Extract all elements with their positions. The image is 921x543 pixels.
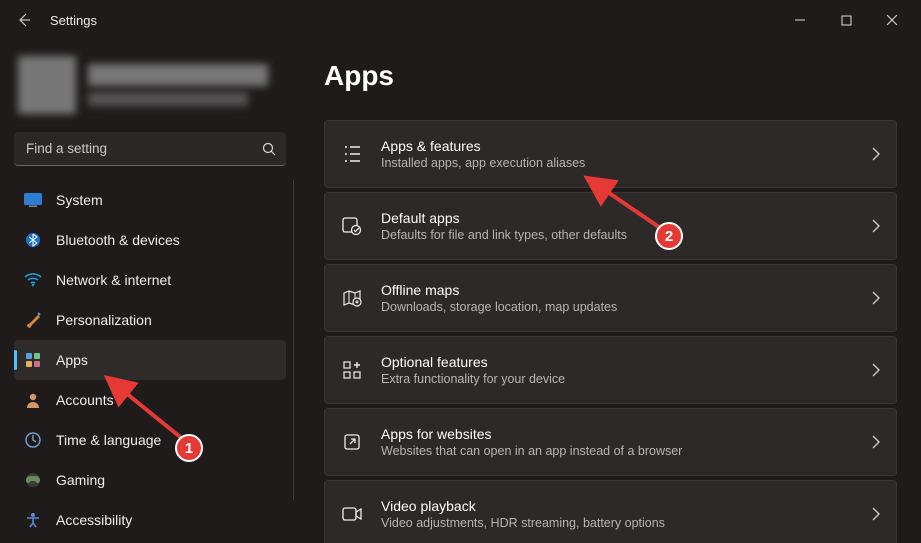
maximize-icon [841,15,852,26]
list-icon [341,143,363,165]
search-icon [262,142,276,156]
sidebar: System Bluetooth & devices Network & int… [0,40,300,543]
clock-globe-icon [24,431,42,449]
card-default-apps[interactable]: Default apps Defaults for file and link … [324,192,897,260]
card-title: Optional features [381,354,854,370]
gamepad-icon [24,471,42,489]
default-apps-icon [341,215,363,237]
map-icon [341,287,363,309]
titlebar: Settings [0,0,921,40]
window-controls [777,4,915,36]
wifi-icon [24,271,42,289]
sidebar-item-label: Network & internet [56,272,171,288]
sidebar-item-label: System [56,192,103,208]
sidebar-item-label: Bluetooth & devices [56,232,180,248]
close-icon [886,14,898,26]
maximize-button[interactable] [823,4,869,36]
sidebar-item-gaming[interactable]: Gaming [14,460,286,500]
accessibility-icon [24,511,42,529]
bluetooth-icon [24,231,42,249]
card-subtitle: Downloads, storage location, map updates [381,300,854,314]
chevron-right-icon [872,435,880,449]
sidebar-item-time-language[interactable]: Time & language [14,420,286,460]
open-external-icon [341,431,363,453]
card-apps-features[interactable]: Apps & features Installed apps, app exec… [324,120,897,188]
chevron-right-icon [872,363,880,377]
sidebar-item-personalization[interactable]: Personalization [14,300,286,340]
sidebar-item-system[interactable]: System [14,180,286,220]
sidebar-item-label: Time & language [56,432,161,448]
grid-plus-icon [341,359,363,381]
sidebar-item-network[interactable]: Network & internet [14,260,286,300]
sidebar-item-accounts[interactable]: Accounts [14,380,286,420]
card-title: Apps for websites [381,426,854,442]
back-arrow-icon [16,12,32,28]
chevron-right-icon [872,507,880,521]
card-apps-for-websites[interactable]: Apps for websites Websites that can open… [324,408,897,476]
search-box[interactable] [14,132,286,166]
chevron-right-icon [872,291,880,305]
card-title: Apps & features [381,138,854,154]
minimize-button[interactable] [777,4,823,36]
search-input[interactable] [14,132,286,166]
card-optional-features[interactable]: Optional features Extra functionality fo… [324,336,897,404]
card-title: Offline maps [381,282,854,298]
card-subtitle: Extra functionality for your device [381,372,854,386]
settings-card-list: Apps & features Installed apps, app exec… [324,120,897,543]
content-area: Apps Apps & features Installed apps, app… [300,40,921,543]
paintbrush-icon [24,311,42,329]
card-offline-maps[interactable]: Offline maps Downloads, storage location… [324,264,897,332]
video-icon [341,503,363,525]
avatar [18,56,76,114]
card-subtitle: Defaults for file and link types, other … [381,228,854,242]
chevron-right-icon [872,147,880,161]
apps-icon [24,351,42,369]
sidebar-nav: System Bluetooth & devices Network & int… [14,180,286,540]
sidebar-item-apps[interactable]: Apps [14,340,286,380]
card-title: Default apps [381,210,854,226]
card-subtitle: Video adjustments, HDR streaming, batter… [381,516,854,530]
card-subtitle: Installed apps, app execution aliases [381,156,854,170]
sidebar-item-label: Gaming [56,472,105,488]
user-name-redacted [88,56,282,114]
sidebar-item-label: Personalization [56,312,152,328]
user-account-block[interactable] [14,50,286,128]
minimize-icon [794,14,806,26]
sidebar-item-label: Accessibility [56,512,132,528]
sidebar-item-label: Apps [56,352,88,368]
chevron-right-icon [872,219,880,233]
card-title: Video playback [381,498,854,514]
card-subtitle: Websites that can open in an app instead… [381,444,854,458]
card-video-playback[interactable]: Video playback Video adjustments, HDR st… [324,480,897,543]
sidebar-item-accessibility[interactable]: Accessibility [14,500,286,540]
system-icon [24,191,42,209]
close-button[interactable] [869,4,915,36]
window-title: Settings [50,13,97,28]
sidebar-item-bluetooth[interactable]: Bluetooth & devices [14,220,286,260]
page-title: Apps [324,60,897,92]
sidebar-item-label: Accounts [56,392,114,408]
back-button[interactable] [6,2,42,38]
person-icon [24,391,42,409]
